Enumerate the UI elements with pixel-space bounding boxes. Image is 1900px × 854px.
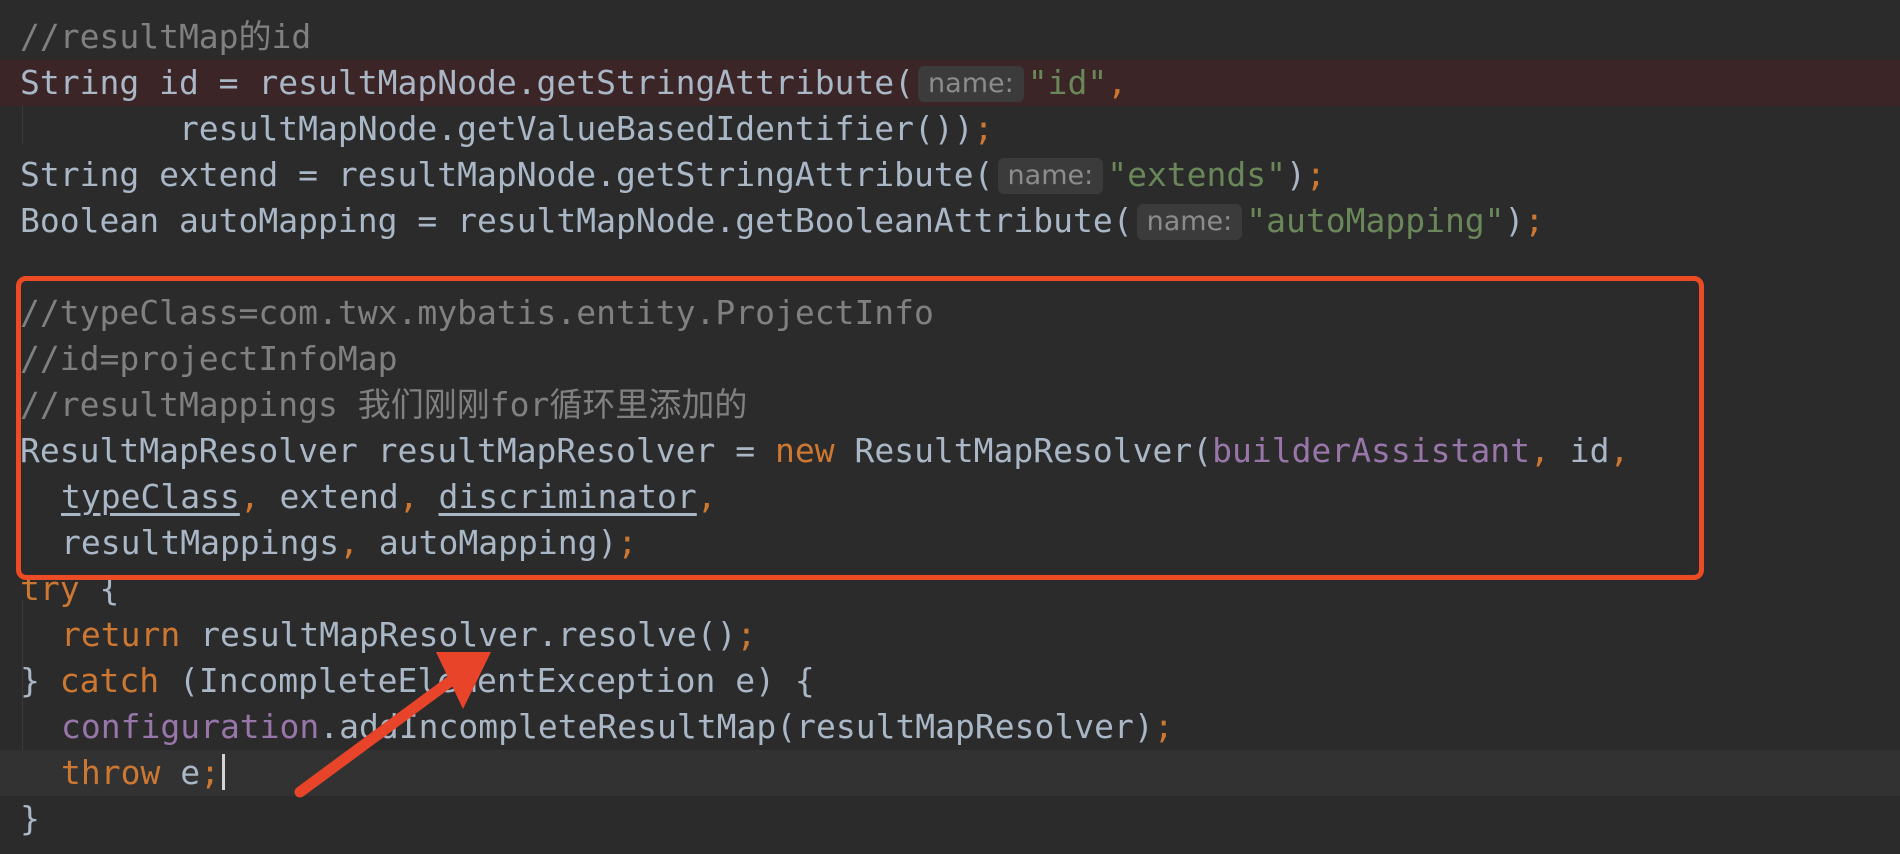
code-line-3: resultMapNode.getValueBasedIdentifier())…: [0, 106, 1900, 152]
text-caret: [221, 754, 225, 790]
code-text: Boolean autoMapping = resultMapNode.getB…: [20, 201, 1545, 240]
string-literal: "autoMapping": [1246, 201, 1505, 240]
param-hint: name:: [997, 158, 1104, 194]
code-line-16: throw e;: [0, 750, 1900, 796]
string-literal: "id": [1027, 63, 1108, 102]
code-line-15: configuration.addIncompleteResultMap(res…: [0, 704, 1900, 750]
param-hint: name:: [1136, 204, 1243, 240]
code-line-2: String id = resultMapNode.getStringAttri…: [0, 60, 1900, 106]
param-hint: name:: [918, 66, 1024, 102]
comment: //resultMap的id: [20, 17, 312, 56]
string-literal: "extends": [1107, 155, 1287, 194]
code-text: throw e;: [61, 750, 225, 796]
code-text: return resultMapResolver.resolve();: [61, 615, 757, 654]
code-text: String id = resultMapNode.getStringAttri…: [20, 63, 1128, 102]
field-reference: configuration: [61, 707, 320, 746]
code-text: configuration.addIncompleteResultMap(res…: [61, 707, 1174, 746]
code-line-13: return resultMapResolver.resolve();: [0, 612, 1900, 658]
code-line-5: Boolean autoMapping = resultMapNode.getB…: [0, 198, 1900, 244]
code-text: String extend = resultMapNode.getStringA…: [20, 155, 1326, 194]
code-text: resultMapNode.getValueBasedIdentifier())…: [20, 109, 994, 148]
code-text: } catch (IncompleteElementException e) {: [20, 661, 815, 700]
code-line-17: }: [0, 796, 1900, 842]
code-text: }: [20, 799, 40, 838]
code-editor[interactable]: //resultMap的id String id = resultMapNode…: [0, 0, 1900, 854]
annotation-highlight-box: [16, 276, 1704, 580]
code-line-1: //resultMap的id: [0, 14, 1900, 60]
code-line-4: String extend = resultMapNode.getStringA…: [0, 152, 1900, 198]
code-line-14: } catch (IncompleteElementException e) {: [0, 658, 1900, 704]
